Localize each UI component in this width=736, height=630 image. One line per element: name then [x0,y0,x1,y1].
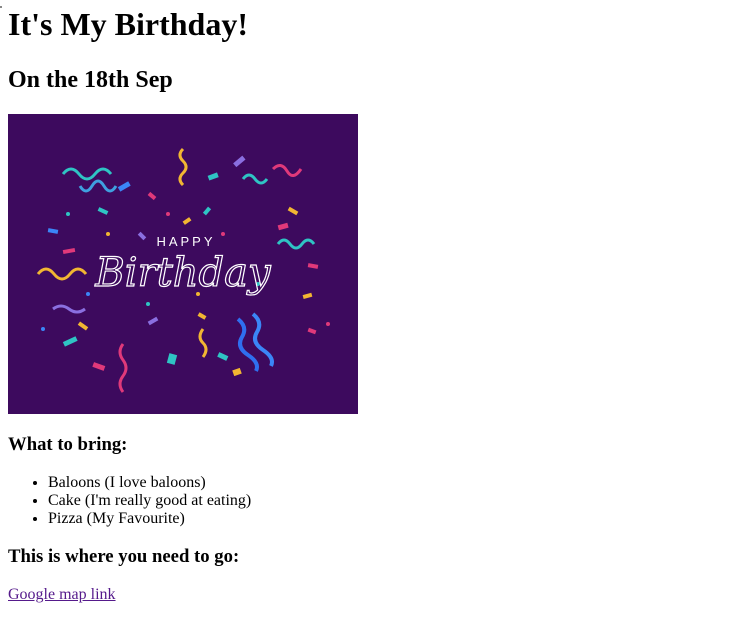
bring-list: Baloons (I love baloons) Cake (I'm reall… [8,474,728,528]
location-heading: This is where you need to go: [8,546,240,567]
bring-list-item: Pizza (My Favourite) [48,510,728,528]
page-body: It's My Birthday! On the 18th Sep HAPPY … [0,6,736,604]
bring-list-item: Cake (I'm really good at eating) [48,492,728,510]
bring-heading: What to bring: [8,434,128,455]
banner-happy-text: HAPPY [156,234,215,249]
banner-birthday-text: Birthday [94,250,272,296]
birthday-banner-image: HAPPY Birthday [8,114,358,414]
window-corner-mark [0,6,2,8]
date-heading: On the 18th Sep [8,67,173,93]
page-title: It's My Birthday! [8,6,248,42]
bring-list-item: Baloons (I love baloons) [48,474,728,492]
google-map-link[interactable]: Google map link [8,586,116,604]
